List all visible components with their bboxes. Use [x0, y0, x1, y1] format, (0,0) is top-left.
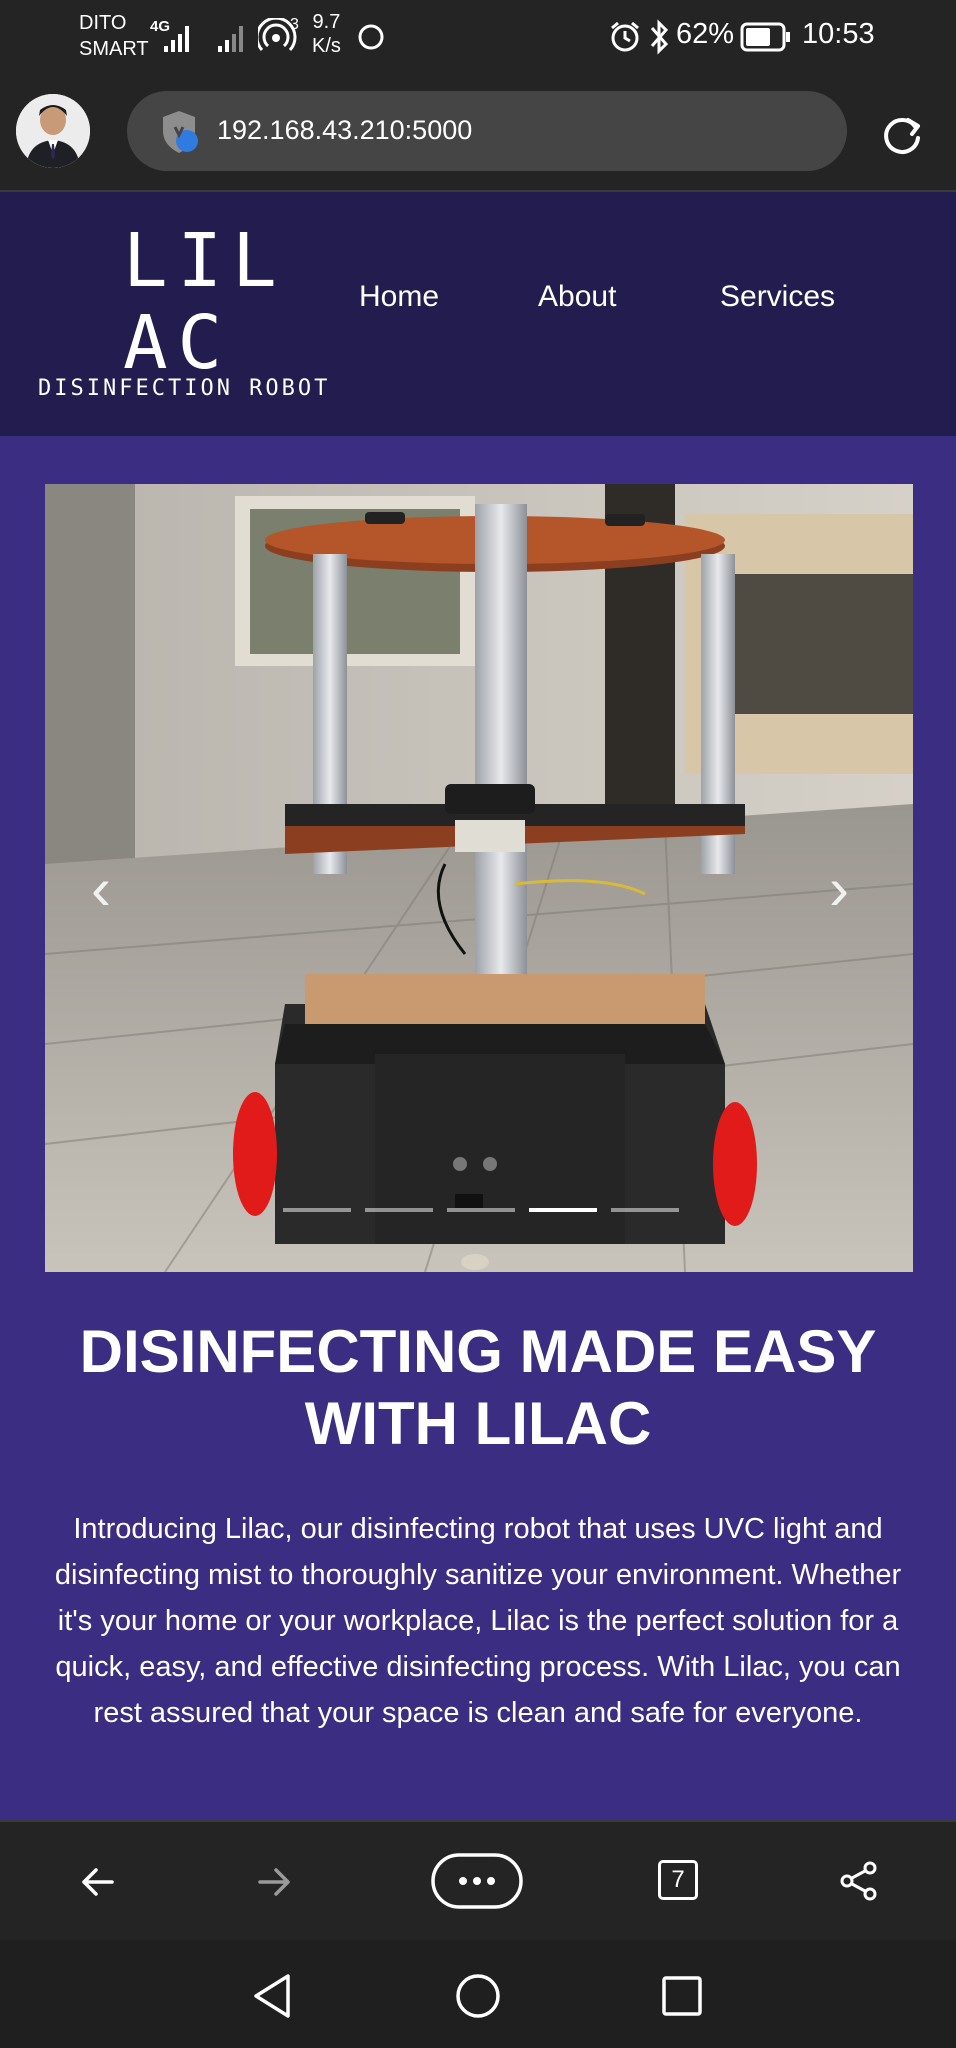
bluetooth-icon — [650, 19, 669, 55]
system-navigation-bar — [0, 1940, 956, 2048]
tab-count: 7 — [671, 1866, 685, 1893]
hero-title-line2: WITH LILAC — [304, 1390, 652, 1457]
robot-photo — [45, 484, 913, 1272]
hero-section: ‹ › DISINFECTING MADE EASY WITH LILAC In… — [0, 436, 956, 1820]
system-home-icon[interactable] — [454, 1972, 502, 2020]
clock: 10:53 — [802, 18, 875, 50]
carousel-dot[interactable] — [611, 1208, 679, 1212]
signal-icon — [164, 26, 189, 52]
hotspot-count: 3 — [290, 16, 299, 33]
more-menu-icon[interactable] — [430, 1852, 524, 1910]
url-text: 192.168.43.210:5000 — [217, 115, 473, 145]
site-logo[interactable]: LIL AC — [123, 220, 287, 384]
status-bar: DITO SMART 4G 3 9.7 K/s 62% 10:53 — [0, 0, 956, 78]
nav-services[interactable]: Services — [720, 280, 835, 314]
logo-line2: AC — [123, 300, 233, 386]
forward-arrow-icon[interactable] — [254, 1862, 294, 1902]
hero-title-line1: DISINFECTING MADE EASY — [79, 1318, 877, 1385]
battery-icon — [740, 22, 790, 52]
alarm-icon — [611, 21, 639, 52]
carrier-label: DITO SMART — [79, 10, 149, 62]
site-header: LIL AC DISINFECTION ROBOT Home About Ser… — [0, 192, 956, 436]
share-icon[interactable] — [838, 1860, 880, 1902]
logo-subtitle: DISINFECTION ROBOT — [38, 376, 331, 401]
image-carousel[interactable]: ‹ › — [45, 484, 913, 1272]
carousel-dot[interactable] — [283, 1208, 351, 1212]
carousel-indicators — [283, 1208, 679, 1212]
carrier-line1: DITO — [79, 12, 127, 34]
network-speed: 9.7 K/s — [312, 10, 341, 58]
system-recents-icon[interactable] — [660, 1974, 704, 2018]
tabs-button[interactable]: 7 — [658, 1860, 698, 1900]
system-back-icon[interactable] — [250, 1972, 294, 2020]
carousel-dot[interactable] — [365, 1208, 433, 1212]
nav-home[interactable]: Home — [359, 280, 439, 314]
back-arrow-icon[interactable] — [78, 1862, 118, 1902]
reload-icon[interactable] — [880, 112, 924, 156]
carousel-next-icon[interactable]: › — [829, 854, 849, 923]
avatar-person-icon — [16, 94, 90, 168]
carousel-dot[interactable] — [447, 1208, 515, 1212]
profile-avatar[interactable] — [16, 94, 90, 168]
browser-toolbar: 7 — [0, 1820, 956, 1940]
hero-description: Introducing Lilac, our disinfecting robo… — [54, 1513, 902, 1729]
hero-title: DISINFECTING MADE EASY WITH LILAC — [40, 1316, 916, 1460]
carousel-prev-icon[interactable]: ‹ — [91, 854, 111, 923]
browser-address-bar: 192.168.43.210:5000 — [0, 78, 956, 192]
shield-icon[interactable] — [159, 109, 203, 155]
carousel-dot-active[interactable] — [529, 1208, 597, 1212]
logo-line1: LIL — [123, 218, 287, 304]
speed-unit: K/s — [312, 35, 341, 57]
carrier-line2: SMART — [79, 38, 149, 60]
url-field[interactable]: 192.168.43.210:5000 — [127, 91, 847, 171]
nav-about[interactable]: About — [538, 280, 616, 314]
speed-value: 9.7 — [312, 11, 341, 33]
signal-icon-2 — [218, 26, 243, 52]
battery-percent: 62% — [676, 18, 735, 50]
sync-icon — [358, 24, 384, 50]
